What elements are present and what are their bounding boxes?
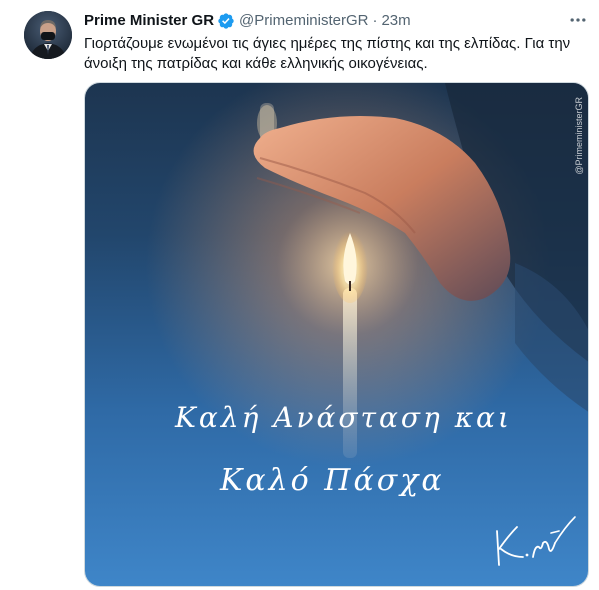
separator-dot: ·: [372, 12, 378, 29]
user-handle[interactable]: @PrimeministerGR: [239, 11, 368, 31]
tweet-header: Prime Minister GR @PrimeministerGR · 23m: [84, 11, 411, 31]
tweet-image[interactable]: Καλή Ανάσταση και Καλό Πάσχα @Primeminis…: [84, 82, 589, 587]
display-name[interactable]: Prime Minister GR: [84, 11, 214, 31]
avatar[interactable]: [24, 11, 72, 59]
verified-badge-icon: [217, 12, 235, 30]
signature: [489, 513, 579, 573]
greeting-line-1: Καλή Ανάσταση και: [175, 401, 512, 434]
tweet[interactable]: Prime Minister GR @PrimeministerGR · 23m…: [0, 0, 599, 590]
more-dots-icon[interactable]: [563, 8, 593, 32]
tweet-text: Γιορτάζουμε ενωμένοι τις άγιες ημέρες τη…: [84, 35, 571, 72]
candle-photo: [85, 83, 588, 586]
greeting-line-2: Καλό Πάσχα: [220, 463, 445, 498]
image-watermark: @PrimeministerGR: [574, 97, 584, 175]
timestamp[interactable]: 23m: [381, 11, 410, 31]
